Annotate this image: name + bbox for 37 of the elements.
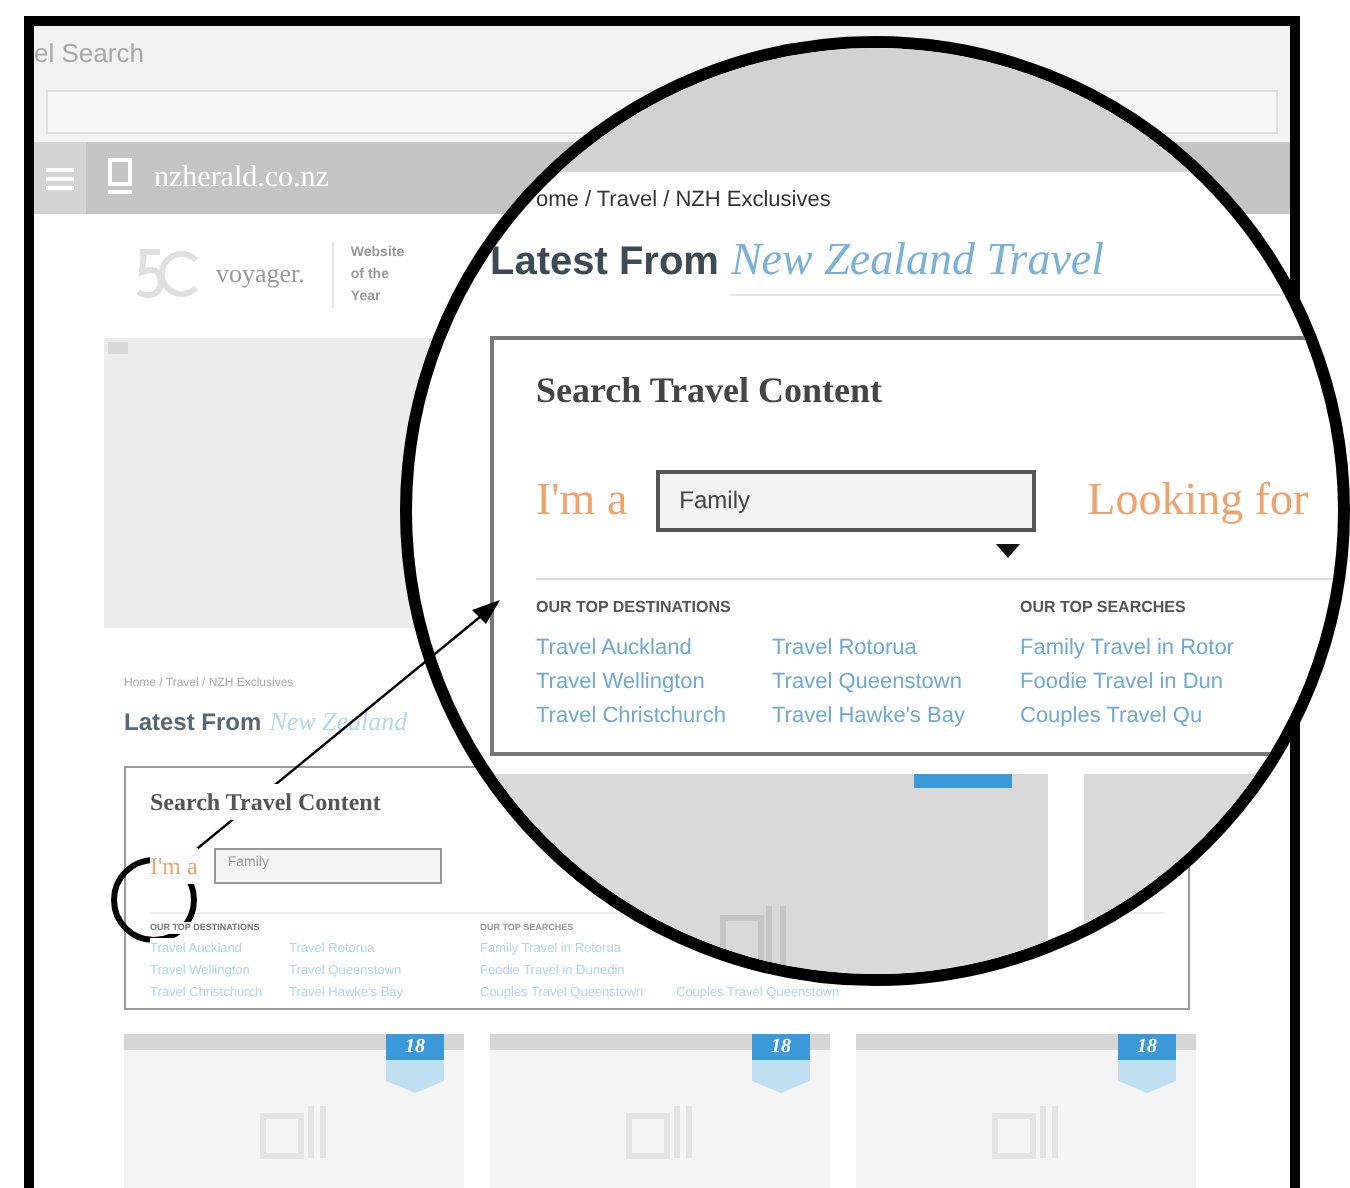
link[interactable]: Travel Queenstown — [772, 665, 962, 699]
destinations-heading: OUR TOP DESTINATIONS — [536, 595, 731, 619]
link[interactable]: Travel Auckland — [536, 631, 692, 665]
section-heading: Latest From — [490, 237, 719, 287]
search-panel-title: Search Travel Content — [536, 368, 882, 414]
traveller-type-field[interactable]: Family — [655, 469, 1036, 532]
video-card[interactable]: 18 — [124, 1033, 464, 1188]
link[interactable]: Travel Hawke's Bay — [772, 699, 965, 733]
window-title: el Search — [34, 36, 144, 73]
link[interactable]: Family Travel in Rotor — [1020, 631, 1234, 665]
link[interactable]: Foodie Travel in Dun — [1020, 665, 1223, 699]
breadcrumb: ome / Travel / NZH Exclusives — [536, 186, 831, 216]
search-prefix: I'm a — [536, 472, 628, 528]
video-icon — [719, 906, 787, 966]
section-heading: Latest From — [124, 706, 262, 740]
dropdown-arrow-icon — [996, 543, 1020, 557]
logo-icon — [106, 158, 134, 198]
menu-icon — [46, 167, 74, 189]
search-prefix: I'm a — [150, 847, 198, 883]
video-card[interactable]: 18 — [490, 1033, 830, 1188]
count-badge: 18 — [752, 1033, 810, 1093]
section-heading-accent: New Zealand Travel — [730, 225, 1338, 296]
count-badge: 18 — [386, 1033, 444, 1093]
site-name[interactable]: nzherald.co.nz — [154, 155, 329, 201]
award-logo-icon — [132, 244, 200, 304]
link[interactable]: Travel Wellington — [536, 665, 705, 699]
search-panel-title: Search Travel Content — [150, 783, 381, 819]
link[interactable]: Travel Christchurch — [536, 699, 726, 733]
link[interactable]: Couples Travel Qu — [1020, 699, 1203, 733]
link[interactable]: Travel Rotorua — [772, 631, 917, 665]
highlight-circle — [111, 857, 197, 943]
award-brand: voyager. — [216, 256, 305, 293]
menu-button[interactable] — [34, 142, 86, 214]
count-badge: 18 — [1118, 1033, 1176, 1093]
search-suffix: Looking for — [1087, 472, 1309, 528]
video-card[interactable]: 18 — [856, 1033, 1196, 1188]
searches-heading: OUR TOP SEARCHES — [1020, 595, 1186, 619]
